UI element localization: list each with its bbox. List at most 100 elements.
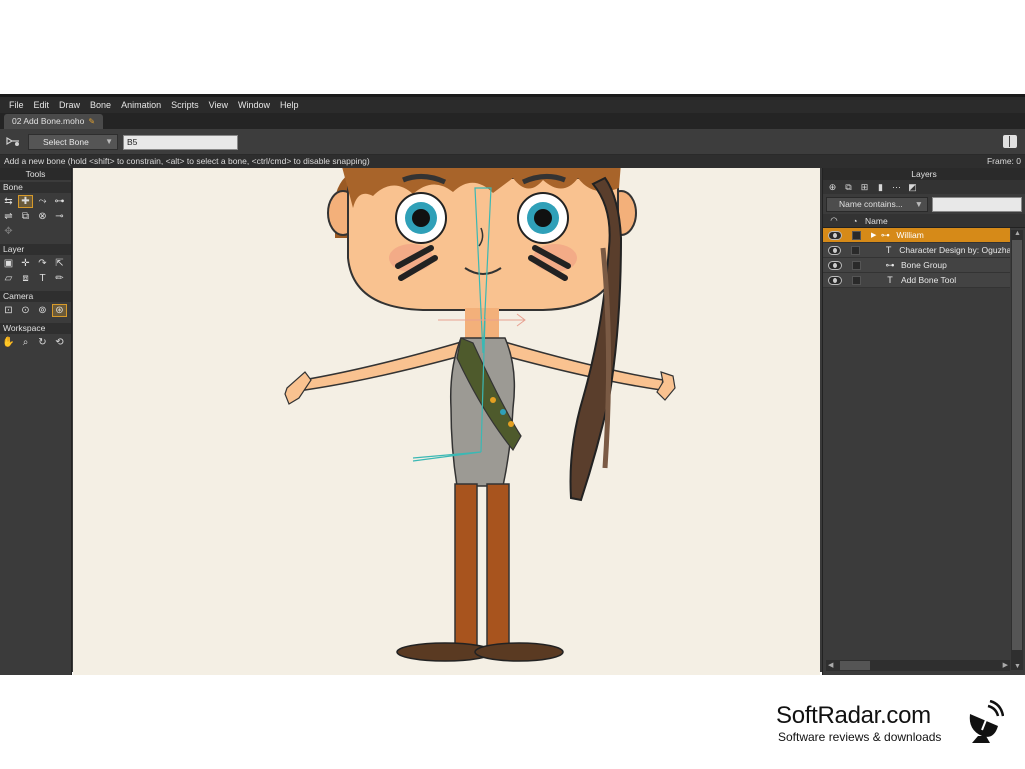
menu-file[interactable]: File	[4, 97, 29, 113]
translate-layer-tool-icon[interactable]: ✛	[18, 257, 33, 270]
bone-physics-tool-icon[interactable]: ✥	[1, 225, 16, 238]
layer-name: Bone Group	[901, 260, 947, 270]
eye-icon[interactable]	[828, 230, 842, 240]
more-options-icon[interactable]: ⋯	[890, 182, 903, 193]
menu-window[interactable]: Window	[233, 97, 275, 113]
filter-input[interactable]	[932, 196, 1022, 212]
select-bone-dropdown[interactable]: Select Bone ▼	[28, 134, 118, 150]
satellite-dish-icon	[969, 700, 1004, 743]
layers-panel: Layers ⊕ ⧉ ⊞ ▮ ⋯ ◩ Name contains... ▼ ◠ …	[822, 168, 1025, 675]
manipulate-bones-tool-icon[interactable]: ⇌	[1, 210, 16, 223]
eye-icon[interactable]	[828, 245, 842, 255]
layers-vertical-scrollbar[interactable]: ▲ ▼	[1011, 230, 1023, 670]
tool-options-bar: Select Bone ▼ B5	[0, 129, 1025, 155]
chevron-down-icon: ▼	[105, 137, 113, 146]
layer-list-header: ◠ ◔ Name	[823, 214, 1025, 228]
scroll-down-icon[interactable]: ▼	[1014, 663, 1021, 670]
shear-layer-tool-icon[interactable]: ▱	[1, 272, 16, 285]
lock-checkbox[interactable]	[852, 260, 861, 270]
text-tool-icon[interactable]: T	[35, 272, 50, 285]
bone-name-field[interactable]: B5	[123, 135, 238, 150]
scroll-left-icon[interactable]: ◀	[828, 661, 833, 669]
section-camera: Camera	[0, 291, 71, 302]
hand-icon[interactable]: ✋	[1, 336, 16, 349]
tools-panel: Tools Bone ⇆ ✚ ⤳ ⊶ ⇌ ⧉ ⊗ ⊸ ✥ Layer ▣ ✛ ↷…	[0, 168, 72, 675]
eye-icon[interactable]	[828, 260, 842, 270]
layers-horizontal-scrollbar[interactable]: ◀ ▶	[826, 660, 1010, 671]
layer-filter-bar: Name contains... ▼	[823, 194, 1025, 214]
section-bone: Bone	[0, 182, 71, 193]
left-pupil	[412, 209, 430, 227]
camera-tools-grid: ⊡ ⊙ ⊚ ⊛	[0, 302, 71, 321]
section-layer: Layer	[0, 244, 71, 255]
layer-name: Character Design by: Oguzhan	[899, 245, 1010, 255]
layer-row-add-bone-tool[interactable]: T Add Bone Tool	[823, 273, 1010, 288]
zoom-icon[interactable]: ⌕	[18, 336, 33, 349]
document-tab[interactable]: 02 Add Bone.moho ✎	[4, 114, 104, 129]
scroll-right-icon[interactable]: ▶	[1003, 661, 1008, 669]
right-foot	[474, 642, 564, 662]
status-line: Add a new bone (hold <shift> to constrai…	[0, 155, 1025, 168]
watermark-subtitle: Software reviews & downloads	[778, 730, 942, 744]
drawing-canvas[interactable]	[73, 168, 820, 675]
name-column-header[interactable]: Name	[865, 216, 888, 226]
bind-layer-tool-icon[interactable]: ⧉	[18, 210, 33, 223]
book-icon[interactable]	[1003, 135, 1017, 148]
scrollbar-thumb[interactable]	[1012, 240, 1022, 650]
reparent-bone-tool-icon[interactable]: ⤳	[35, 195, 50, 208]
scale-layer-tool-icon[interactable]: ⇱	[52, 257, 67, 270]
set-origin-tool-icon[interactable]: ▣	[1, 257, 16, 270]
pencil-tool-icon[interactable]: ✏	[52, 272, 67, 285]
lock-header-icon: ◔	[852, 215, 858, 226]
bone-strength-tool-icon[interactable]: ⊶	[52, 195, 67, 208]
lock-checkbox[interactable]	[851, 245, 861, 255]
new-layer-icon[interactable]: ⊕	[826, 182, 839, 193]
eye-icon[interactable]	[828, 275, 842, 285]
lock-checkbox[interactable]	[852, 275, 861, 285]
menu-edit[interactable]: Edit	[29, 97, 55, 113]
menu-draw[interactable]: Draw	[54, 97, 85, 113]
layer-settings-icon[interactable]: ◩	[906, 182, 919, 193]
flip-layer-tool-icon[interactable]: ⧈	[18, 272, 33, 285]
scroll-up-icon[interactable]: ▲	[1014, 230, 1021, 237]
menu-help[interactable]: Help	[275, 97, 304, 113]
scrollbar-thumb[interactable]	[840, 661, 870, 670]
add-bone-tool-icon[interactable]: ✚	[18, 195, 33, 208]
lock-checkbox[interactable]	[852, 230, 861, 240]
duplicate-layer-icon[interactable]: ⧉	[842, 182, 855, 193]
visibility-header-icon: ◠	[830, 215, 838, 225]
zoom-camera-icon[interactable]: ⊙	[18, 304, 33, 317]
softradar-watermark: SoftRadar.com Software reviews & downloa…	[776, 700, 1016, 752]
layer-row-william[interactable]: ▶ ⊶ William	[823, 228, 1010, 243]
left-leg	[454, 483, 478, 651]
bone-tool-icon[interactable]	[6, 135, 20, 148]
workspace-tools-grid: ✋ ⌕ ↻ ⟲	[0, 334, 71, 353]
menu-view[interactable]: View	[204, 97, 233, 113]
menu-bar: File Edit Draw Bone Animation Scripts Vi…	[0, 97, 1025, 113]
right-arm	[497, 338, 664, 391]
offset-bone-tool-icon[interactable]: ⊸	[52, 210, 67, 223]
orbit-workspace-icon[interactable]: ⟲	[52, 336, 67, 349]
delete-layer-icon[interactable]: ▮	[874, 182, 887, 193]
expand-triangle-icon[interactable]: ▶	[871, 231, 876, 239]
rotate-layer-tool-icon[interactable]: ↷	[35, 257, 50, 270]
layer-row-character-design[interactable]: T Character Design by: Oguzhan	[823, 243, 1010, 258]
bind-points-tool-icon[interactable]: ⊗	[35, 210, 50, 223]
layer-row-bone-group[interactable]: ⊶ Bone Group	[823, 258, 1010, 273]
menu-animation[interactable]: Animation	[116, 97, 166, 113]
bone-tools-grid: ⇆ ✚ ⤳ ⊶ ⇌ ⧉ ⊗ ⊸ ✥	[0, 193, 71, 242]
pencil-icon: ✎	[88, 117, 96, 126]
filter-dropdown[interactable]: Name contains... ▼	[826, 196, 928, 212]
filter-dropdown-label: Name contains...	[839, 198, 903, 209]
group-layer-icon[interactable]: ⊞	[858, 182, 871, 193]
roll-camera-icon[interactable]: ⊚	[35, 304, 50, 317]
character-illustration	[284, 168, 676, 662]
pan-tilt-camera-icon[interactable]: ⊛	[52, 304, 67, 317]
frame-indicator: Frame: 0	[986, 156, 1021, 166]
track-camera-icon[interactable]: ⊡	[1, 304, 16, 317]
menu-scripts[interactable]: Scripts	[166, 97, 204, 113]
menu-bone[interactable]: Bone	[85, 97, 116, 113]
rotate-workspace-icon[interactable]: ↻	[35, 336, 50, 349]
select-bone-tool-icon[interactable]: ⇆	[1, 195, 16, 208]
layers-panel-title: Layers	[823, 168, 1025, 180]
